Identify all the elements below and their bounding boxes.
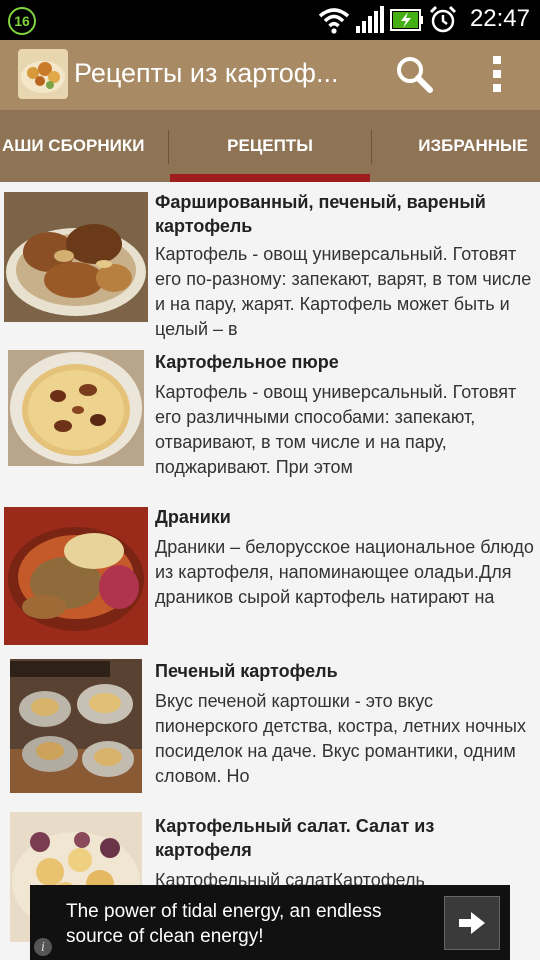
signal-icon [356, 6, 384, 33]
search-icon[interactable] [394, 54, 434, 94]
tab-bar: АШИ СБОРНИКИ РЕЦЕПТЫ ИЗБРАННЫЕ [0, 110, 540, 182]
recipe-title: Фаршированный, печеный, вареный картофел… [155, 192, 486, 236]
tab-divider [168, 130, 169, 164]
recipe-item[interactable]: Печеный картофель Вкус печеной картошки … [0, 647, 540, 797]
notification-badge: 16 [8, 7, 36, 35]
tab-collections[interactable]: АШИ СБОРНИКИ [0, 110, 168, 182]
recipe-title: Картофельный салат. Салат из картофеля [155, 816, 435, 860]
recipe-image [4, 192, 148, 322]
recipe-title: Печеный картофель [155, 661, 338, 681]
recipe-title: Драники [155, 507, 231, 527]
ad-text[interactable]: The power of tidal energy, an endless so… [66, 899, 426, 949]
recipe-description: Вкус печеной картошки - это вкус пионерс… [155, 691, 526, 786]
tab-recipes[interactable]: РЕЦЕПТЫ [170, 110, 370, 182]
alarm-icon [429, 5, 457, 33]
battery-charging-icon [390, 9, 423, 31]
recipe-description: Картофель - овощ универсальный. Готовят … [155, 244, 532, 339]
ad-arrow-button[interactable] [444, 896, 500, 950]
arrow-right-icon [459, 912, 485, 934]
info-icon[interactable]: i [34, 938, 52, 956]
recipe-image [10, 659, 142, 793]
overflow-menu-icon[interactable] [484, 54, 510, 94]
recipe-list[interactable]: Фаршированный, печеный, вареный картофел… [0, 182, 540, 960]
recipe-item[interactable]: Фаршированный, печеный, вареный картофел… [0, 182, 540, 339]
tab-favorites[interactable]: ИЗБРАННЫЕ [372, 110, 540, 182]
tab-selected-indicator [170, 174, 370, 182]
action-bar: Рецепты из картоф... [0, 40, 540, 110]
status-bar: 16 22:47 [0, 0, 540, 40]
recipe-image [4, 507, 148, 645]
app-logo[interactable] [18, 49, 68, 99]
wifi-icon [318, 8, 350, 34]
recipe-title: Картофельное пюре [155, 352, 339, 372]
app-title: Рецепты из картоф... [74, 58, 339, 88]
recipe-image [8, 350, 144, 466]
recipe-description: Картофель - овощ универсальный. Готовят … [155, 382, 517, 477]
recipe-item[interactable]: Картофельное пюре Картофель - овощ униве… [0, 338, 540, 488]
ad-banner[interactable]: The power of tidal energy, an endless so… [30, 885, 510, 960]
recipe-item[interactable]: Драники Драники – белорусское национальн… [0, 493, 540, 645]
recipe-description: Драники – белорусское национальное блюдо… [155, 537, 534, 607]
clock: 22:47 [469, 5, 530, 32]
